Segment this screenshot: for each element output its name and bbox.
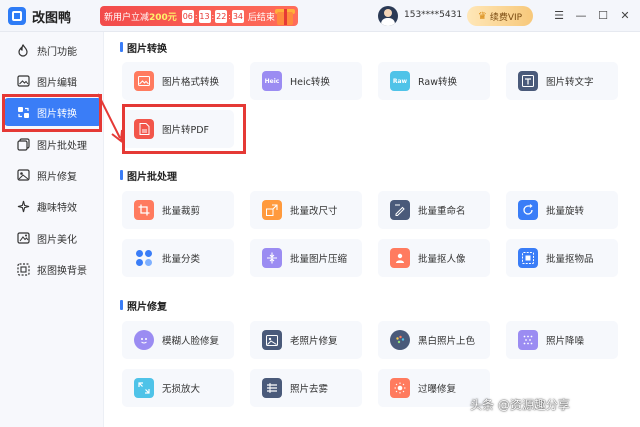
sidebar-item-cutout[interactable]: 抠图换背景 [0,255,104,283]
sidebar-item-repair[interactable]: 照片修复 [0,161,104,189]
compress-icon [262,248,282,268]
heic-file-icon: Heic [262,71,282,91]
annotation-arrow-icon [97,93,123,143]
person-cutout-icon [390,248,410,268]
sparkle-icon [16,199,30,213]
minimize-icon[interactable]: — [573,8,589,24]
title-bar: 改图鸭 新用户立减200元 06: 13: 22: 34 后结束 153****… [0,0,640,32]
crop-icon [134,200,154,220]
old-photo-icon [262,330,282,350]
batch-icon [16,137,30,151]
denoise-icon [518,330,538,350]
user-avatar[interactable] [378,6,398,26]
card-batch-compress[interactable]: 批量图片压缩 [250,239,362,277]
beautify-icon [16,231,30,245]
card-format-convert[interactable]: 图片格式转换 [122,62,234,100]
card-image-to-text[interactable]: 图片转文字 [506,62,618,100]
main-content: 图片转换 图片格式转换 Heic Heic转换 Raw Raw转换 图片转文字 … [104,32,640,427]
palette-icon [390,330,410,350]
maximize-icon[interactable]: ☐ [595,8,611,24]
card-batch-crop[interactable]: 批量裁剪 [122,191,234,229]
rename-icon [390,200,410,220]
object-cutout-icon [518,248,538,268]
section-title-repair: 照片修复 [120,298,167,313]
card-blur-face-repair[interactable]: 模糊人脸修复 [122,321,234,359]
card-batch-cutout-person[interactable]: 批量抠人像 [378,239,490,277]
card-heic-convert[interactable]: Heic Heic转换 [250,62,362,100]
raw-file-icon: Raw [390,71,410,91]
promo-text: 新用户立减200元 [104,12,177,23]
menu-icon[interactable]: ☰ [551,8,567,24]
sidebar-item-edit[interactable]: 图片编辑 [0,67,104,95]
crown-icon: ♛ [477,10,487,22]
sidebar: 热门功能 图片编辑 图片转换 图片批处理 照片修复 趣味特效 图片美化 抠图换背… [0,32,104,427]
highlight-sidebar-convert [2,94,102,132]
card-photo-denoise[interactable]: 照片降噪 [506,321,618,359]
image-format-icon [134,71,154,91]
flame-icon [16,43,30,57]
sun-icon [390,378,410,398]
sidebar-item-hot[interactable]: 热门功能 [0,36,104,64]
classify-icon [134,248,154,268]
promo-banner[interactable]: 新用户立减200元 06: 13: 22: 34 后结束 [100,6,298,26]
cutout-icon [16,262,30,276]
card-lossless-upscale[interactable]: 无损放大 [122,369,234,407]
app-logo-icon [8,7,26,25]
sidebar-item-effects[interactable]: 趣味特效 [0,192,104,220]
sidebar-item-beautify[interactable]: 图片美化 [0,224,104,252]
card-bw-colorize[interactable]: 黑白照片上色 [378,321,490,359]
upscale-icon [134,378,154,398]
photo-repair-icon [16,168,30,182]
promo-countdown: 06: 13: 22: 34 [181,9,244,23]
close-icon[interactable]: ✕ [617,8,633,24]
card-old-photo-repair[interactable]: 老照片修复 [250,321,362,359]
sidebar-item-batch[interactable]: 图片批处理 [0,130,104,158]
user-phone: 153****5431 [404,10,463,20]
rotate-icon [518,200,538,220]
card-photo-dehaze[interactable]: 照片去雾 [250,369,362,407]
section-title-batch: 图片批处理 [120,168,177,183]
section-title-convert: 图片转换 [120,40,167,55]
highlight-image-to-pdf [122,104,246,154]
card-batch-cutout-object[interactable]: 批量抠物品 [506,239,618,277]
face-repair-icon [134,330,154,350]
gift-icon[interactable] [274,3,296,27]
card-batch-classify[interactable]: 批量分类 [122,239,234,277]
card-batch-rotate[interactable]: 批量旋转 [506,191,618,229]
image-edit-icon [16,74,30,88]
app-title: 改图鸭 [32,11,72,26]
watermark: 头条 @资源趣分享 [470,398,570,412]
card-batch-rename[interactable]: 批量重命名 [378,191,490,229]
image-text-icon [518,71,538,91]
card-batch-resize[interactable]: 批量改尺寸 [250,191,362,229]
resize-icon [262,200,282,220]
renew-vip-button[interactable]: ♛ 续费VIP [467,6,533,26]
card-raw-convert[interactable]: Raw Raw转换 [378,62,490,100]
dehaze-icon [262,378,282,398]
